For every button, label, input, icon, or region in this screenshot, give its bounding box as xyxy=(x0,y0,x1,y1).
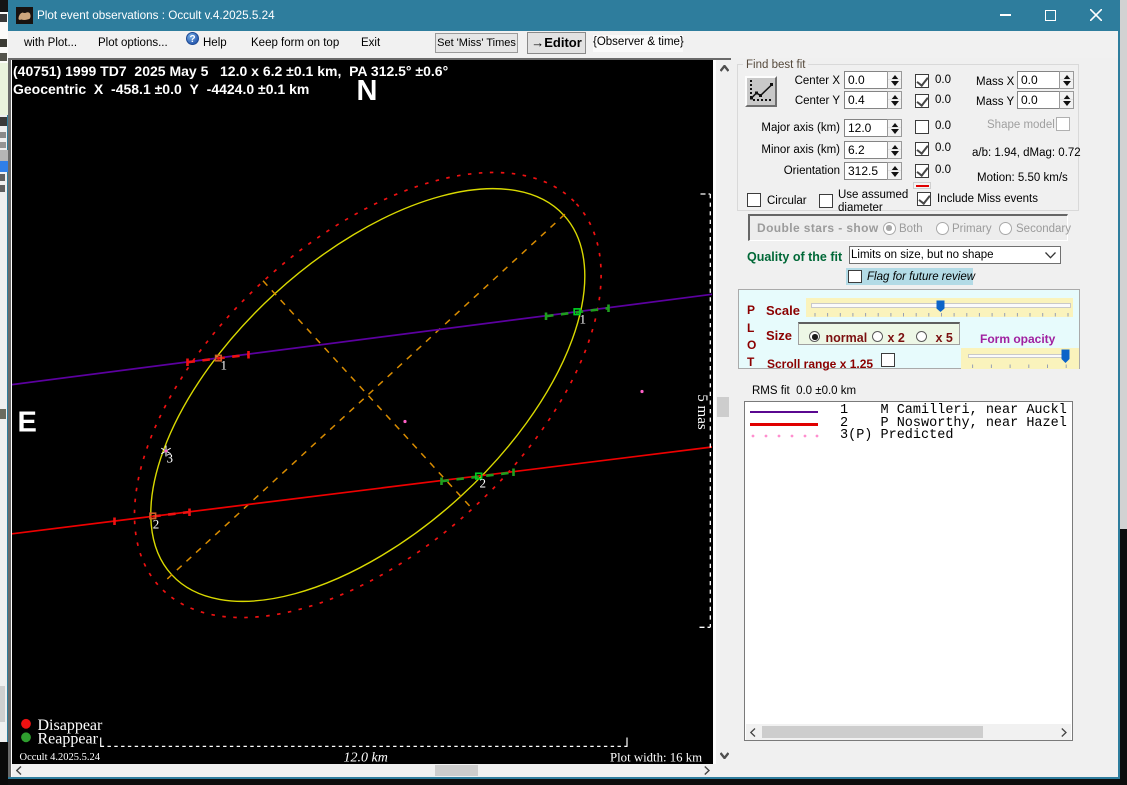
svg-text:Reappear: Reappear xyxy=(38,731,99,748)
svg-text:12.0 km: 12.0 km xyxy=(344,751,388,765)
svg-text:2: 2 xyxy=(153,517,160,532)
svg-text:2: 2 xyxy=(480,476,487,491)
svg-text:1: 1 xyxy=(221,358,228,373)
svg-text:(40751) 1999 TD7 2025 May 5: (40751) 1999 TD7 2025 May 5 12.0 x 6.2 ±… xyxy=(13,63,448,79)
svg-text:5 mas: 5 mas xyxy=(694,394,710,430)
svg-text:Occult 4.2025.5.24: Occult 4.2025.5.24 xyxy=(20,752,101,763)
svg-text:1: 1 xyxy=(580,312,587,327)
svg-text:N: N xyxy=(357,75,378,107)
svg-text:E: E xyxy=(18,407,37,439)
svg-text:3: 3 xyxy=(167,451,174,466)
svg-text:Geocentric X -458.1 ±0.0 Y: Geocentric X -458.1 ±0.0 Y -4424.0 ±0.1 … xyxy=(13,81,309,97)
svg-text:Plot width: 16 km: Plot width: 16 km xyxy=(610,751,702,765)
